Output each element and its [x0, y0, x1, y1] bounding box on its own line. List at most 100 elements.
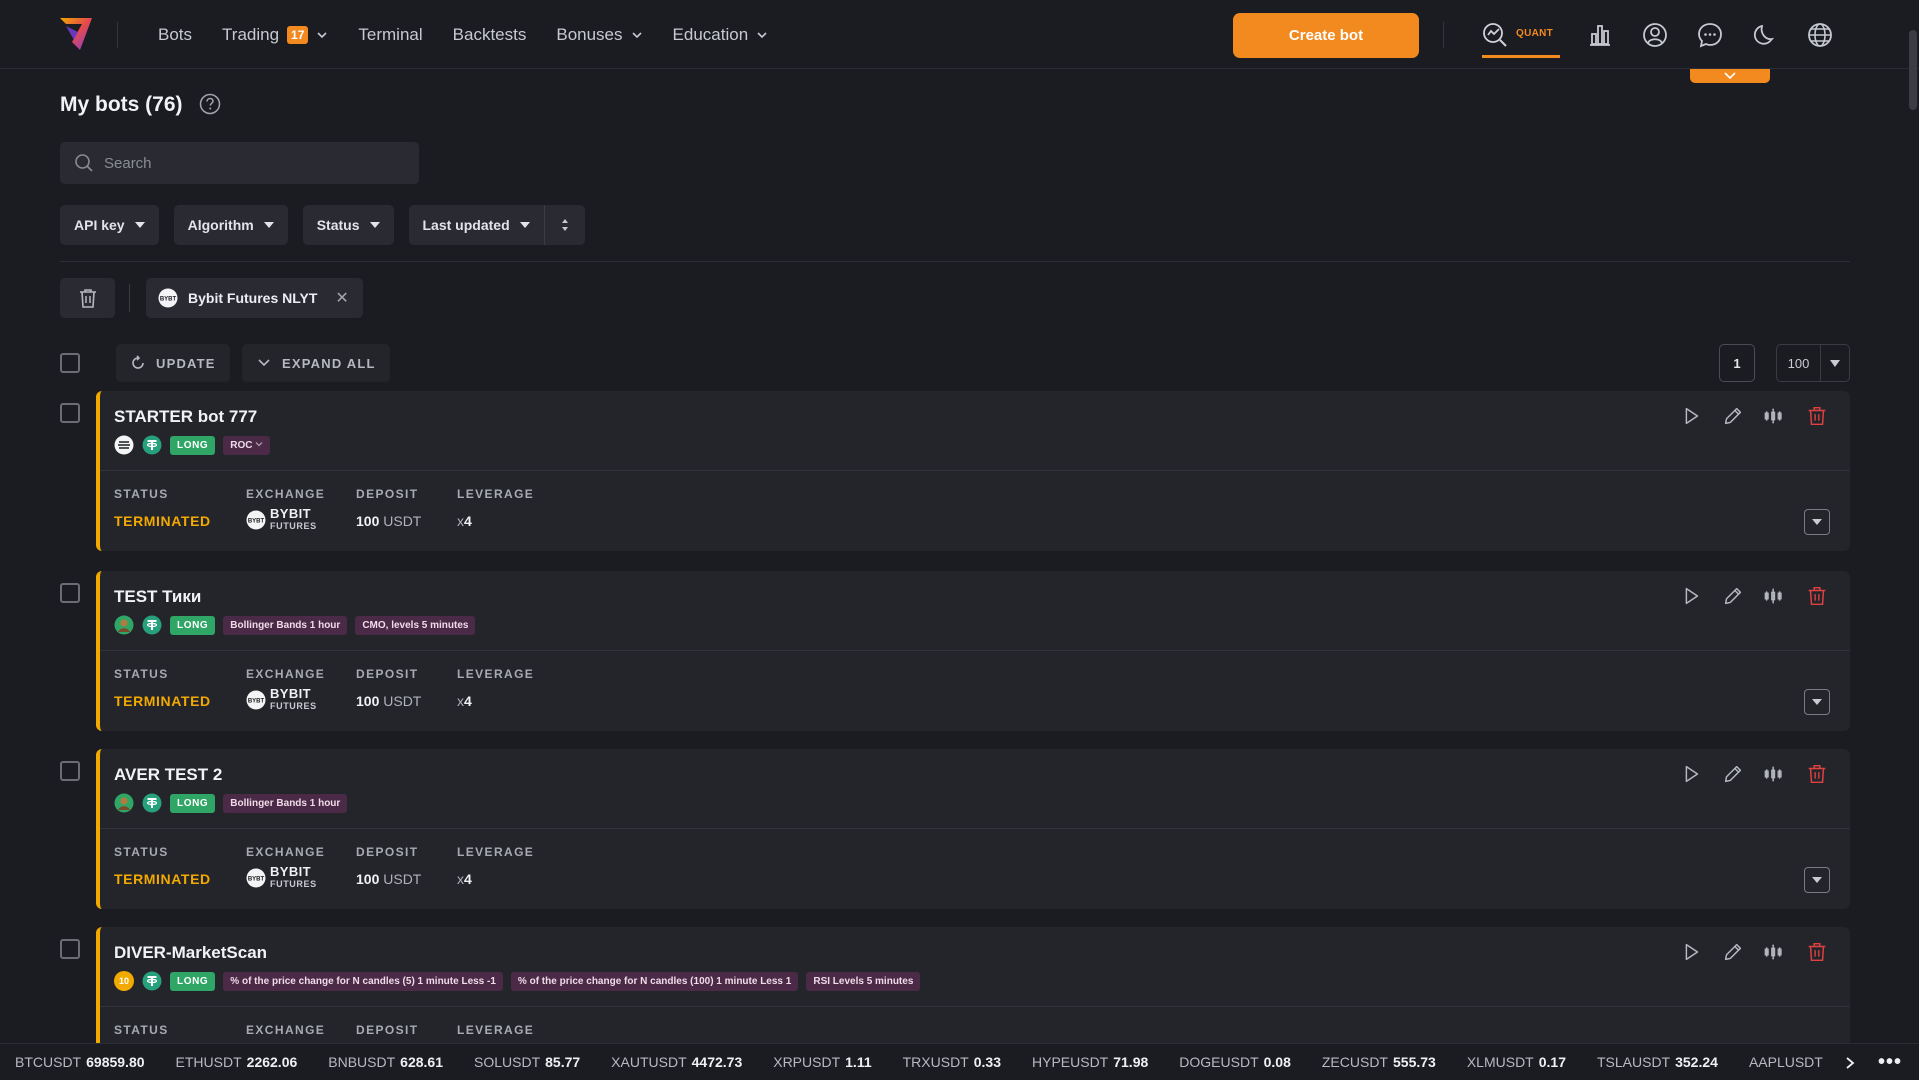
select-all-checkbox[interactable] — [60, 353, 80, 373]
edit-icon — [1724, 587, 1742, 605]
bot-select-checkbox[interactable] — [60, 403, 80, 423]
bot-name[interactable]: TEST Тики — [114, 587, 201, 607]
chat-icon[interactable] — [1697, 22, 1723, 48]
ticker-item[interactable]: DOGEUSDT 0.08 — [1179, 1054, 1291, 1070]
nav-item-backtests[interactable]: Backtests — [453, 0, 527, 69]
sort-by-dropdown[interactable]: Last updated — [409, 205, 544, 245]
nav-item-label: Terminal — [358, 24, 423, 44]
ticker-item[interactable]: TRXUSDT 0.33 — [903, 1054, 1001, 1070]
delete-button[interactable] — [1804, 583, 1830, 609]
edit-button[interactable] — [1720, 403, 1746, 429]
ticker-item[interactable]: XRPUSDT 1.11 — [773, 1054, 871, 1070]
collapse-panel-tab[interactable] — [1690, 69, 1770, 83]
scrollbar-thumb[interactable] — [1909, 30, 1917, 110]
quant-icon — [1483, 23, 1507, 47]
nav-item-trading[interactable]: Trading 17 — [222, 0, 328, 69]
play-button[interactable] — [1678, 583, 1704, 609]
ticker-item[interactable]: ZECUSDT 555.73 — [1322, 1054, 1436, 1070]
play-button[interactable] — [1678, 403, 1704, 429]
logo-icon[interactable] — [58, 14, 94, 54]
update-button[interactable]: UPDATE — [116, 344, 230, 382]
nav-item-terminal[interactable]: Terminal — [358, 0, 422, 69]
ticker-item[interactable]: BTCUSDT 69859.80 — [15, 1054, 145, 1070]
ticker-item[interactable]: BNBUSDT 628.61 — [328, 1054, 443, 1070]
delete-button[interactable] — [1804, 761, 1830, 787]
bot-select-checkbox[interactable] — [60, 939, 80, 959]
nav-item-bots[interactable]: Bots — [158, 0, 192, 69]
edit-button[interactable] — [1720, 583, 1746, 609]
ticker-item[interactable]: HYPEUSDT 71.98 — [1032, 1054, 1148, 1070]
analytics-button[interactable] — [1762, 403, 1788, 429]
indicator-tag[interactable]: RSI Levels 5 minutes — [806, 971, 921, 991]
indicator-tag[interactable]: Bollinger Bands 1 hour — [223, 615, 348, 635]
stripes-icon — [114, 435, 134, 455]
main-nav: Bots Trading 17 Terminal Backtests Bonuses Edu… — [158, 0, 798, 69]
bot-select-checkbox[interactable] — [60, 583, 80, 603]
sort-direction-button[interactable] — [545, 205, 585, 245]
search-input[interactable] — [104, 154, 394, 172]
indicator-tag[interactable]: % of the price change for N candles (100… — [510, 971, 799, 991]
ticker-next-button[interactable] — [1840, 1044, 1860, 1080]
ticker-item[interactable]: TSLAUSDT 352.24 — [1597, 1054, 1718, 1070]
expand-bot-button[interactable] — [1804, 867, 1830, 893]
analytics-button[interactable] — [1762, 939, 1788, 965]
ticker-item[interactable]: ETHUSDT 2262.06 — [176, 1054, 298, 1070]
bot-name[interactable]: AVER TEST 2 — [114, 765, 222, 785]
profile-icon[interactable] — [1642, 22, 1668, 48]
page-number-button[interactable]: 1 — [1719, 344, 1755, 382]
clear-filters-button[interactable] — [60, 278, 115, 318]
bot-card[interactable]: TEST Тики LONG Bollinger Bands 1 hour CMO, … — [96, 571, 1850, 731]
expand-bot-button[interactable] — [1804, 509, 1830, 535]
more-options-button[interactable]: ••• — [1870, 1044, 1910, 1080]
per-page-select[interactable]: 100 — [1776, 344, 1850, 382]
moon-icon[interactable] — [1752, 22, 1778, 48]
delete-button[interactable] — [1804, 403, 1830, 429]
bot-card[interactable]: AVER TEST 2 LONG Bollinger Bands 1 hour STA… — [96, 749, 1850, 909]
edit-button[interactable] — [1720, 761, 1746, 787]
expand-all-button[interactable]: EXPAND ALL — [242, 344, 390, 382]
bot-tags: LONG Bollinger Bands 1 hour CMO, levels 5 … — [114, 615, 476, 635]
indicator-tag[interactable]: ROC — [223, 435, 271, 455]
delete-button[interactable] — [1804, 939, 1830, 965]
bot-actions — [1678, 583, 1830, 609]
search-box[interactable] — [60, 142, 419, 184]
per-page-arrow[interactable] — [1821, 359, 1849, 367]
bot-select-checkbox[interactable] — [60, 761, 80, 781]
edit-button[interactable] — [1720, 939, 1746, 965]
indicator-tag[interactable]: % of the price change for N candles (5) … — [223, 971, 503, 991]
bot-card[interactable]: STARTER bot 777 LONG ROC STATUS EXCHANGE DEP… — [96, 391, 1850, 551]
expand-bot-button[interactable] — [1804, 689, 1830, 715]
ticker-item[interactable]: SOLUSDT 85.77 — [474, 1054, 580, 1070]
nav-item-education[interactable]: Education — [673, 0, 769, 69]
filter-api-key[interactable]: API key — [60, 205, 159, 245]
ticker-item[interactable]: AAPLUSDT — [1749, 1054, 1828, 1070]
direction-badge: LONG — [170, 615, 216, 635]
nav-item-bonuses[interactable]: Bonuses — [556, 0, 642, 69]
stats-icon[interactable] — [1587, 22, 1613, 48]
caret-down-icon — [263, 222, 274, 228]
active-filter-chip[interactable]: BYBT Bybit Futures NLYT ✕ — [146, 278, 363, 318]
quant-tab[interactable]: QUANT — [1482, 16, 1560, 58]
bybit-icon: BYBT — [158, 288, 178, 308]
bot-name[interactable]: DIVER-MarketScan — [114, 943, 267, 963]
play-button[interactable] — [1678, 939, 1704, 965]
filter-status[interactable]: Status — [302, 205, 394, 245]
bot-card-header: TEST Тики LONG Bollinger Bands 1 hour CMO, … — [100, 571, 1850, 651]
indicator-tag[interactable]: CMO, levels 5 minutes — [355, 615, 476, 635]
analytics-button[interactable] — [1762, 761, 1788, 787]
bot-card-details: STATUS EXCHANGE DEPOSIT LEVERAGE TERMINATED B… — [100, 829, 1850, 909]
close-icon[interactable]: ✕ — [335, 288, 348, 308]
globe-icon[interactable] — [1807, 22, 1833, 48]
bybit-icon: BYBT — [246, 868, 266, 888]
filter-algorithm[interactable]: Algorithm — [173, 205, 288, 245]
create-bot-button[interactable]: Create bot — [1233, 13, 1419, 58]
help-icon[interactable] — [199, 93, 221, 115]
bot-name[interactable]: STARTER bot 777 — [114, 407, 257, 427]
deposit-value: 100 USDT — [356, 513, 421, 529]
ticker-item[interactable]: XLMUSDT 0.17 — [1467, 1054, 1566, 1070]
tether-icon — [142, 435, 162, 455]
indicator-tag[interactable]: Bollinger Bands 1 hour — [223, 793, 348, 813]
ticker-item[interactable]: XAUTUSDT 4472.73 — [611, 1054, 742, 1070]
play-button[interactable] — [1678, 761, 1704, 787]
analytics-button[interactable] — [1762, 583, 1788, 609]
